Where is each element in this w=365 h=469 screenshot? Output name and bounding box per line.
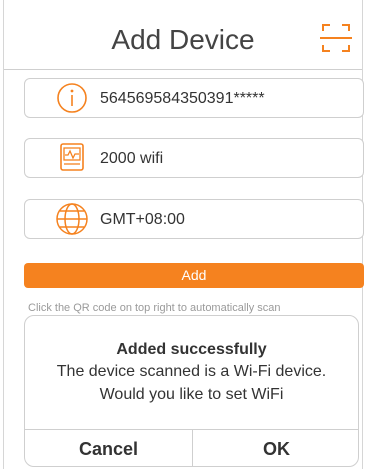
info-icon	[55, 81, 89, 115]
device-name-field[interactable]: 2000 wifi	[24, 138, 364, 178]
timezone-value: GMT+08:00	[100, 211, 185, 228]
dialog-message-line2: Would you like to set WiFi	[99, 386, 284, 403]
header-bar: Add Device	[4, 0, 362, 70]
qr-scan-icon[interactable]	[318, 20, 354, 56]
wifi-device-icon	[55, 141, 89, 175]
dialog-button-row: Cancel OK	[25, 429, 358, 466]
success-dialog: Added successfully The device scanned is…	[24, 315, 359, 467]
device-name-value: 2000 wifi	[100, 150, 164, 167]
device-id-field[interactable]: 564569584350391*****	[24, 78, 364, 118]
globe-icon	[55, 202, 89, 236]
cancel-button[interactable]: Cancel	[25, 430, 193, 466]
scan-hint-text: Click the QR code on top right to automa…	[28, 302, 281, 314]
dialog-message-line1: The device scanned is a Wi-Fi device.	[56, 363, 327, 380]
timezone-field[interactable]: GMT+08:00	[24, 199, 364, 239]
device-id-value: 564569584350391*****	[100, 90, 265, 107]
ok-button[interactable]: OK	[193, 430, 358, 466]
page-title: Add Device	[111, 24, 255, 55]
add-button[interactable]: Add	[24, 263, 364, 288]
dialog-title: Added successfully	[116, 341, 267, 358]
